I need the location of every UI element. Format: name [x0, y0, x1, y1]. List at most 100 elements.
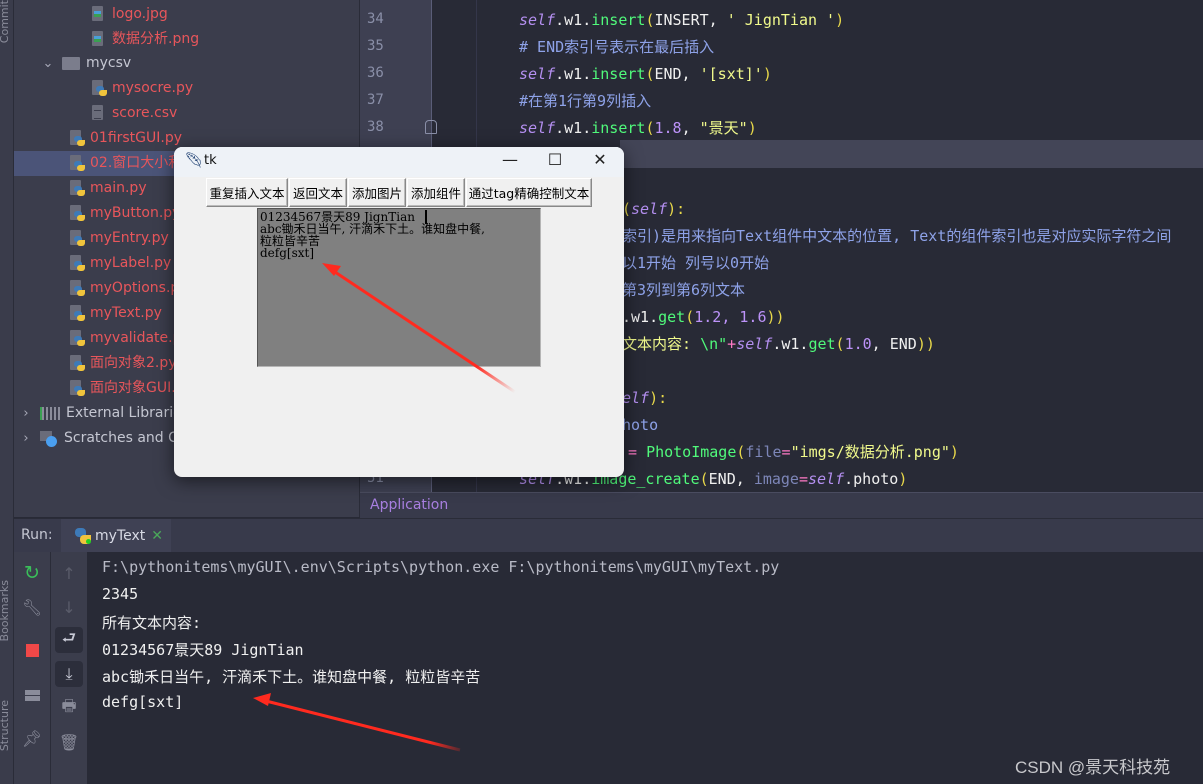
- close-button[interactable]: ✕: [585, 150, 615, 169]
- tree-item-mytext[interactable]: myText.py: [70, 301, 162, 326]
- python-file-icon: [70, 205, 85, 222]
- tree-item-oop-gui[interactable]: 面向对象GUI.: [70, 376, 176, 401]
- tk-feather-icon: 🪶︎: [184, 151, 204, 169]
- code-line-42: 以1开始 列号以0开始: [622, 254, 770, 272]
- line-number: 34: [367, 11, 384, 27]
- code-line-36: self.w1.insert(END, '[sxt]'): [519, 65, 772, 83]
- python-file-icon: [70, 180, 85, 197]
- left-tool-strip: Commit Bookmarks Structure: [0, 0, 14, 784]
- code-line-37: #在第1行第9列插入: [519, 92, 652, 110]
- tree-item-myvalidate[interactable]: myvalidate.p: [70, 326, 181, 351]
- close-tab-icon[interactable]: ✕: [151, 528, 163, 544]
- scroll-to-end-icon[interactable]: ⤓: [55, 661, 83, 687]
- wrench-icon[interactable]: 🔧︎: [18, 594, 46, 620]
- up-arrow-icon[interactable]: ↑: [55, 560, 83, 586]
- console-line: F:\pythonitems\myGUI\.env\Scripts\python…: [102, 558, 780, 576]
- python-file-icon: [70, 305, 85, 322]
- stop-icon[interactable]: [18, 637, 46, 663]
- image-file-icon: [92, 6, 106, 23]
- tree-item-mysocre-py[interactable]: mysocre.py: [92, 76, 193, 101]
- python-file-icon: [70, 380, 85, 397]
- watermark: CSDN @景天科技苑: [1015, 758, 1171, 777]
- tree-item-01firstgui[interactable]: 01firstGUI.py: [70, 126, 182, 151]
- line-number: 35: [367, 38, 384, 54]
- console-line: defg[sxt]: [102, 693, 184, 711]
- code-line-38: self.w1.insert(1.8, "景天"): [519, 119, 757, 137]
- console-line: abc锄禾日当午, 汗滴禾下土。谁知盘中餐, 粒粒皆辛苦: [102, 668, 481, 686]
- code-line-40: (self):: [622, 200, 686, 218]
- code-line-35: # END索引号表示在最后插入: [519, 38, 715, 56]
- down-arrow-icon[interactable]: ↓: [55, 594, 83, 620]
- trash-icon[interactable]: 🗑︎: [55, 729, 83, 755]
- print-icon[interactable]: 🖶︎: [55, 695, 83, 721]
- editor-sticky-header: [620, 140, 1203, 168]
- tree-item-mylabel[interactable]: myLabel.py: [70, 251, 171, 276]
- console-line: 2345: [102, 585, 139, 603]
- libraries-icon: [40, 407, 60, 420]
- tree-item-main-py[interactable]: main.py: [70, 176, 147, 201]
- editor-breadcrumb: Application: [360, 492, 1203, 519]
- tree-item-logo-jpg[interactable]: logo.jpg: [92, 2, 168, 27]
- code-line-47: elf):: [622, 389, 668, 407]
- tree-folder-mycsv[interactable]: ⌄ mycsv: [42, 51, 132, 76]
- breadcrumb-application[interactable]: Application: [370, 497, 448, 513]
- python-file-icon: [70, 280, 85, 297]
- soft-wrap-icon[interactable]: ⮐: [55, 627, 83, 653]
- tk-text-widget[interactable]: 01234567景天89 JignTian abc锄禾日当午, 汗滴禾下土。谁知…: [257, 208, 541, 367]
- tree-item-myoptions[interactable]: myOptions.p: [70, 276, 179, 301]
- code-line-34: self.w1.insert(INSERT, ' JignTian '): [519, 11, 845, 29]
- tree-item-score-csv[interactable]: score.csv: [92, 101, 177, 126]
- code-line-45: 文本内容: \n"+self.w1.get(1.0, END)): [622, 335, 935, 353]
- run-label: Run:: [21, 527, 53, 543]
- tk-title-bar[interactable]: 🪶︎ tk — ☐ ✕: [174, 147, 624, 177]
- tag-control-button[interactable]: 通过tag精确控制文本: [466, 178, 592, 207]
- commit-tab[interactable]: Commit: [0, 0, 11, 43]
- maximize-button[interactable]: ☐: [540, 150, 570, 169]
- tree-external-libraries[interactable]: › External Librarie: [20, 401, 181, 426]
- chevron-down-icon[interactable]: ⌄: [42, 51, 54, 76]
- console-line: 所有文本内容:: [102, 614, 202, 632]
- tree-item-myentry[interactable]: myEntry.py: [70, 226, 169, 251]
- structure-tab[interactable]: Structure: [0, 700, 11, 751]
- layout-icon[interactable]: [18, 682, 46, 708]
- python-file-icon: [70, 330, 85, 347]
- add-widget-button[interactable]: 添加组件: [407, 178, 465, 207]
- code-line-44: .w1.get(1.2, 1.6)): [622, 308, 785, 326]
- image-file-icon: [92, 31, 106, 48]
- code-line-41: 索引)是用来指向Text组件中文本的位置, Text的组件索引也是对应实际字符之…: [622, 227, 1172, 245]
- console-line: 01234567景天89 JignTian: [102, 641, 304, 659]
- code-line-48: hoto: [622, 416, 659, 434]
- minimize-button[interactable]: —: [495, 150, 525, 169]
- run-tab-mytext[interactable]: myText ✕: [61, 519, 171, 555]
- tree-item-oop2[interactable]: 面向对象2.py: [70, 351, 177, 376]
- python-file-icon: [70, 355, 85, 372]
- line-number: 38: [367, 119, 384, 135]
- code-line-43: 第3列到第6列文本: [622, 281, 746, 299]
- bookmarks-tab[interactable]: Bookmarks: [0, 580, 11, 641]
- tree-item-mybutton[interactable]: myButton.py: [70, 201, 180, 226]
- tree-item-data-analysis-png[interactable]: 数据分析.png: [92, 27, 199, 52]
- chevron-right-icon[interactable]: ›: [20, 401, 32, 426]
- python-file-icon: [70, 130, 85, 147]
- add-image-button[interactable]: 添加图片: [348, 178, 406, 207]
- chevron-right-icon[interactable]: ›: [20, 426, 32, 451]
- tk-window-title: tk: [204, 153, 217, 168]
- run-toolbar-secondary: ↑ ↓ ⮐ ⤓ 🖶︎ 🗑︎: [51, 552, 87, 784]
- return-text-button[interactable]: 返回文本: [289, 178, 347, 207]
- run-toolbar-primary: ↻ 🔧︎ 📌︎: [14, 552, 51, 784]
- rerun-icon[interactable]: ↻: [18, 560, 46, 586]
- pin-icon[interactable]: 📌︎: [18, 725, 46, 751]
- python-file-icon: [70, 230, 85, 247]
- text-file-icon: [92, 105, 106, 122]
- folder-icon: [62, 57, 80, 70]
- code-line-49: = PhotoImage(file="imgs/数据分析.png"): [628, 443, 959, 461]
- tk-window[interactable]: 🪶︎ tk — ☐ ✕ 重复插入文本 返回文本 添加图片 添加组件 通过tag精…: [174, 147, 624, 477]
- fold-icon[interactable]: [425, 120, 437, 134]
- line-number: 36: [367, 65, 384, 81]
- repeat-insert-button[interactable]: 重复插入文本: [206, 178, 288, 207]
- tree-scratches[interactable]: › Scratches and C: [20, 426, 178, 451]
- tk-text-line: defg[sxt]: [260, 246, 315, 260]
- line-number: 37: [367, 92, 384, 108]
- scratches-clock-icon: [40, 430, 58, 447]
- python-file-icon: [92, 80, 107, 97]
